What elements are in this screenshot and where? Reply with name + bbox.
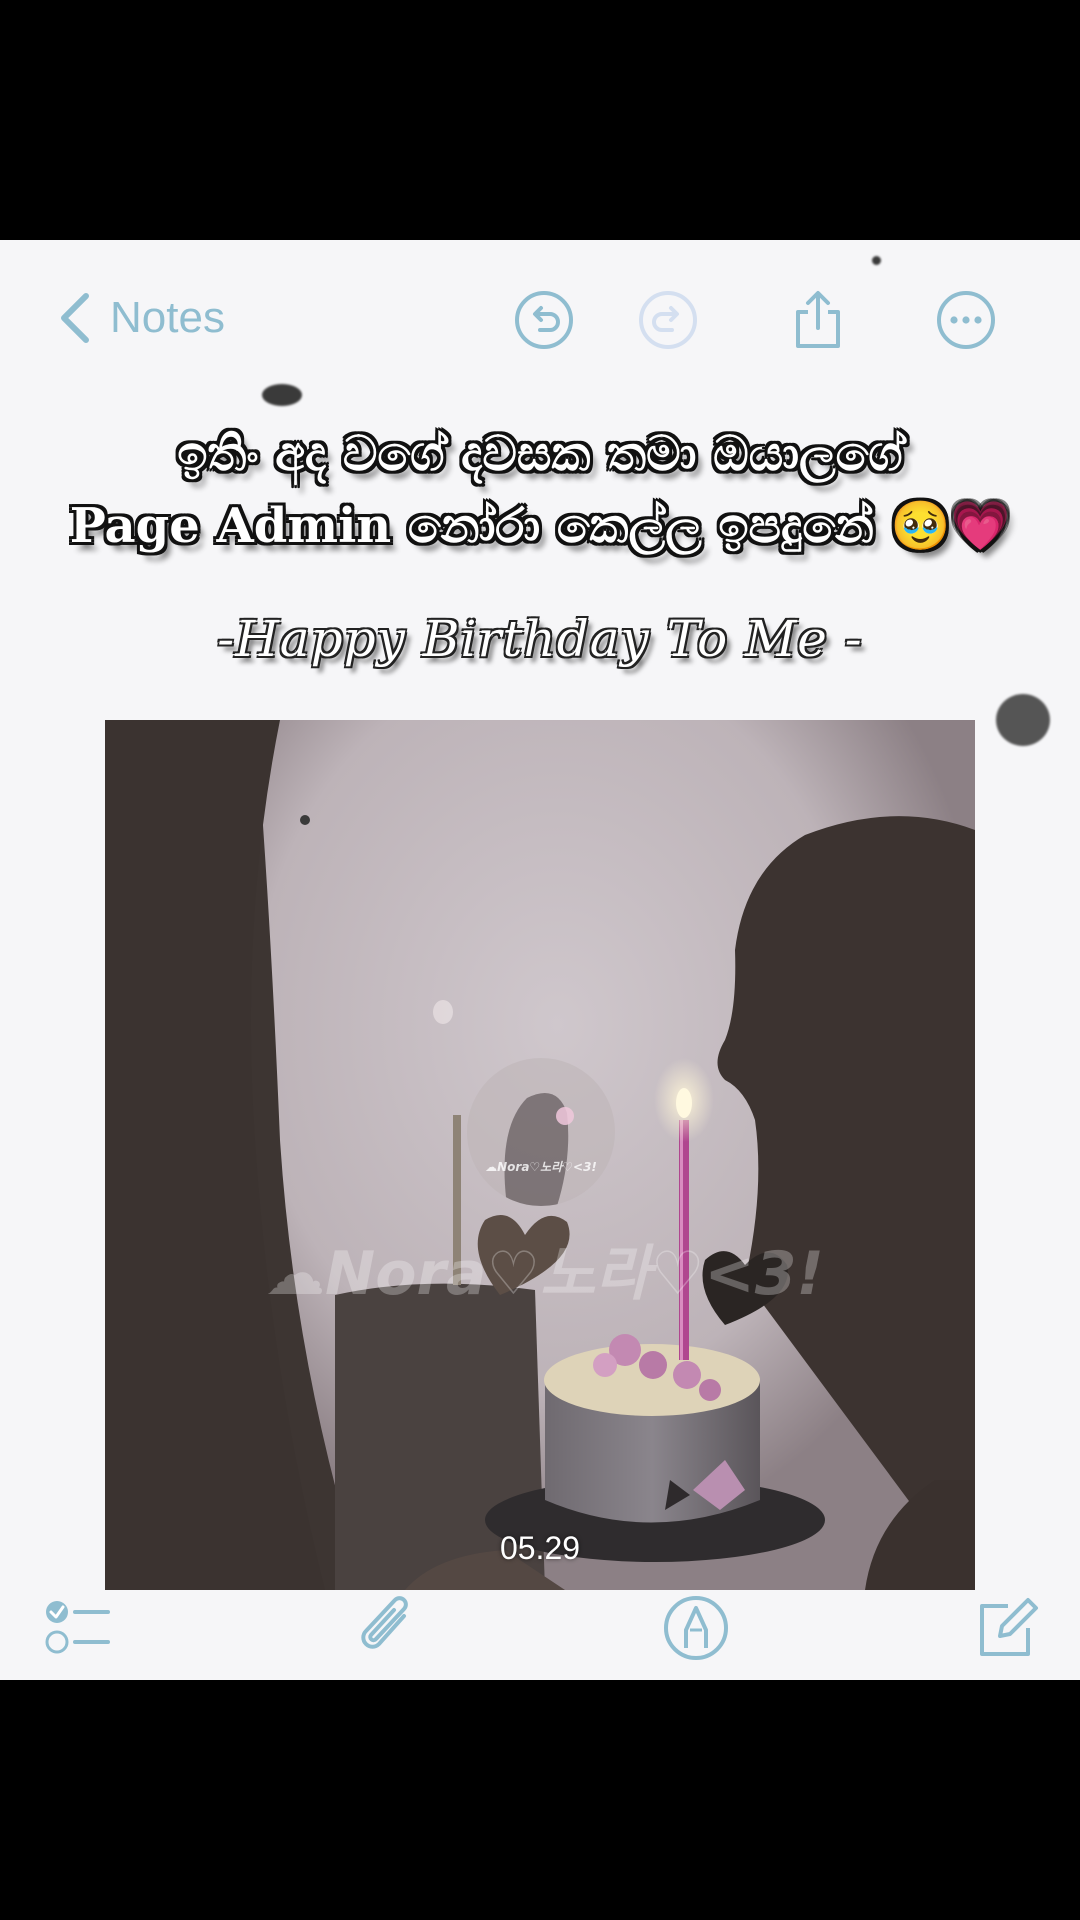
redo-icon [639, 291, 697, 349]
back-button[interactable]: Notes [58, 292, 225, 344]
letterbox-bottom [0, 1680, 1080, 1920]
smudge-mark [996, 694, 1050, 746]
more-icon [937, 291, 995, 349]
letterbox-top [0, 0, 1080, 240]
share-icon [796, 291, 840, 348]
compose-icon [980, 1598, 1038, 1656]
undo-button[interactable] [512, 288, 576, 352]
smudge-mark [262, 384, 302, 406]
paperclip-icon [361, 1596, 408, 1649]
markup-button[interactable] [660, 1592, 732, 1664]
watermark-avatar-label: ☁Nora♡노라♡<3! [485, 1160, 597, 1174]
markup-pen-icon [664, 1596, 728, 1660]
undo-icon [515, 291, 573, 349]
checklist-icon [45, 1601, 110, 1654]
caption-line-1: ඉතිං අද වගේ දවසක තමා ඔයාලගේ [177, 426, 903, 482]
attach-button[interactable] [352, 1592, 424, 1664]
compose-button[interactable] [970, 1592, 1042, 1664]
caption-line-2: Page Admin නෝරා කෙල්ල ඉපදුනේ 🥹💗 [69, 498, 1011, 554]
chevron-left-icon [61, 293, 89, 343]
checklist-button[interactable] [42, 1592, 114, 1664]
note-photo[interactable]: ☁Nora♡노라♡<3! ☁Nora♡노라♡<3! 05.29 [105, 720, 975, 1590]
back-label: Notes [110, 293, 225, 342]
watermark-text: ☁Nora♡노라♡<3! [265, 1239, 824, 1309]
avatar-image [504, 1093, 574, 1206]
share-button[interactable] [786, 288, 850, 352]
more-button[interactable] [934, 288, 998, 352]
redo-button[interactable] [636, 288, 700, 352]
video-timestamp: 05.29 [499, 1530, 581, 1566]
caption-overlay: ඉතිං අද වගේ දවසක තමා ඔයාලගේ Page Admin න… [0, 418, 1080, 562]
note-screen: Notes ඉතිං අද වගේ දවසක තමා ඔයාලගේ Page A… [0, 240, 1080, 1680]
smudge-mark [872, 256, 881, 265]
script-title: -Happy Birthday To Me - [217, 610, 863, 668]
watermark-avatar: ☁Nora♡노라♡<3! [467, 1058, 615, 1206]
